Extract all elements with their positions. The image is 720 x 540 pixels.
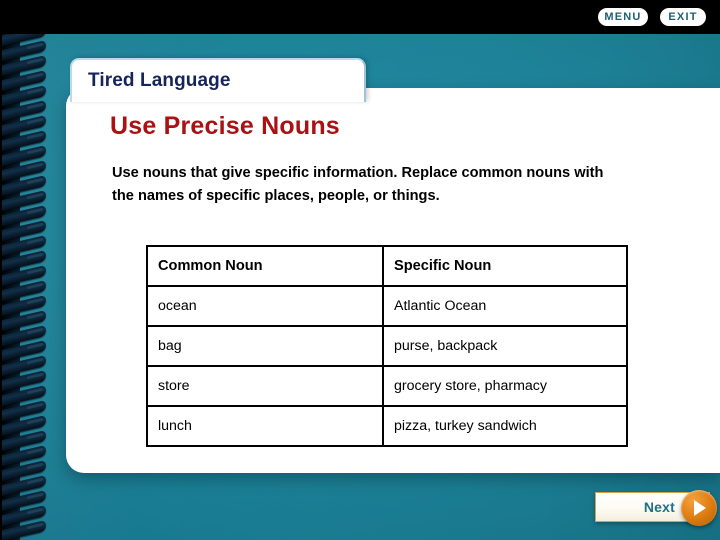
exit-button[interactable]: EXIT (660, 8, 706, 26)
table-row: bag purse, backpack (146, 325, 628, 367)
page-title: Tired Language (88, 70, 231, 91)
cell-specific-noun: pizza, turkey sandwich (382, 405, 628, 447)
cell-common-noun: store (146, 365, 384, 407)
cell-specific-noun: Atlantic Ocean (382, 285, 628, 327)
slide-viewer: Tired Language Use Precise Nouns Use nou… (0, 0, 720, 540)
menu-button[interactable]: MENU (598, 8, 648, 26)
table-row: lunch pizza, turkey sandwich (146, 405, 628, 447)
table-header-row: Common Noun Specific Noun (146, 245, 628, 287)
table-row: ocean Atlantic Ocean (146, 285, 628, 327)
cell-common-noun: ocean (146, 285, 384, 327)
next-button-label: Next (643, 499, 675, 515)
slide-body-text: Use nouns that give specific information… (112, 165, 604, 204)
column-header-specific-noun: Specific Noun (382, 245, 628, 287)
cell-specific-noun: grocery store, pharmacy (382, 365, 628, 407)
triangle-glyph (694, 500, 706, 516)
column-header-common-noun: Common Noun (146, 245, 384, 287)
slide-heading: Use Precise Nouns (110, 112, 340, 140)
top-navigation-bar: MENU EXIT (0, 0, 720, 34)
cell-common-noun: lunch (146, 405, 384, 447)
table-row: store grocery store, pharmacy (146, 365, 628, 407)
cell-specific-noun: purse, backpack (382, 325, 628, 367)
next-button[interactable]: Next (595, 490, 717, 526)
cell-common-noun: bag (146, 325, 384, 367)
play-arrow-icon (681, 490, 717, 526)
noun-comparison-table: Common Noun Specific Noun ocean Atlantic Oc… (146, 245, 628, 447)
